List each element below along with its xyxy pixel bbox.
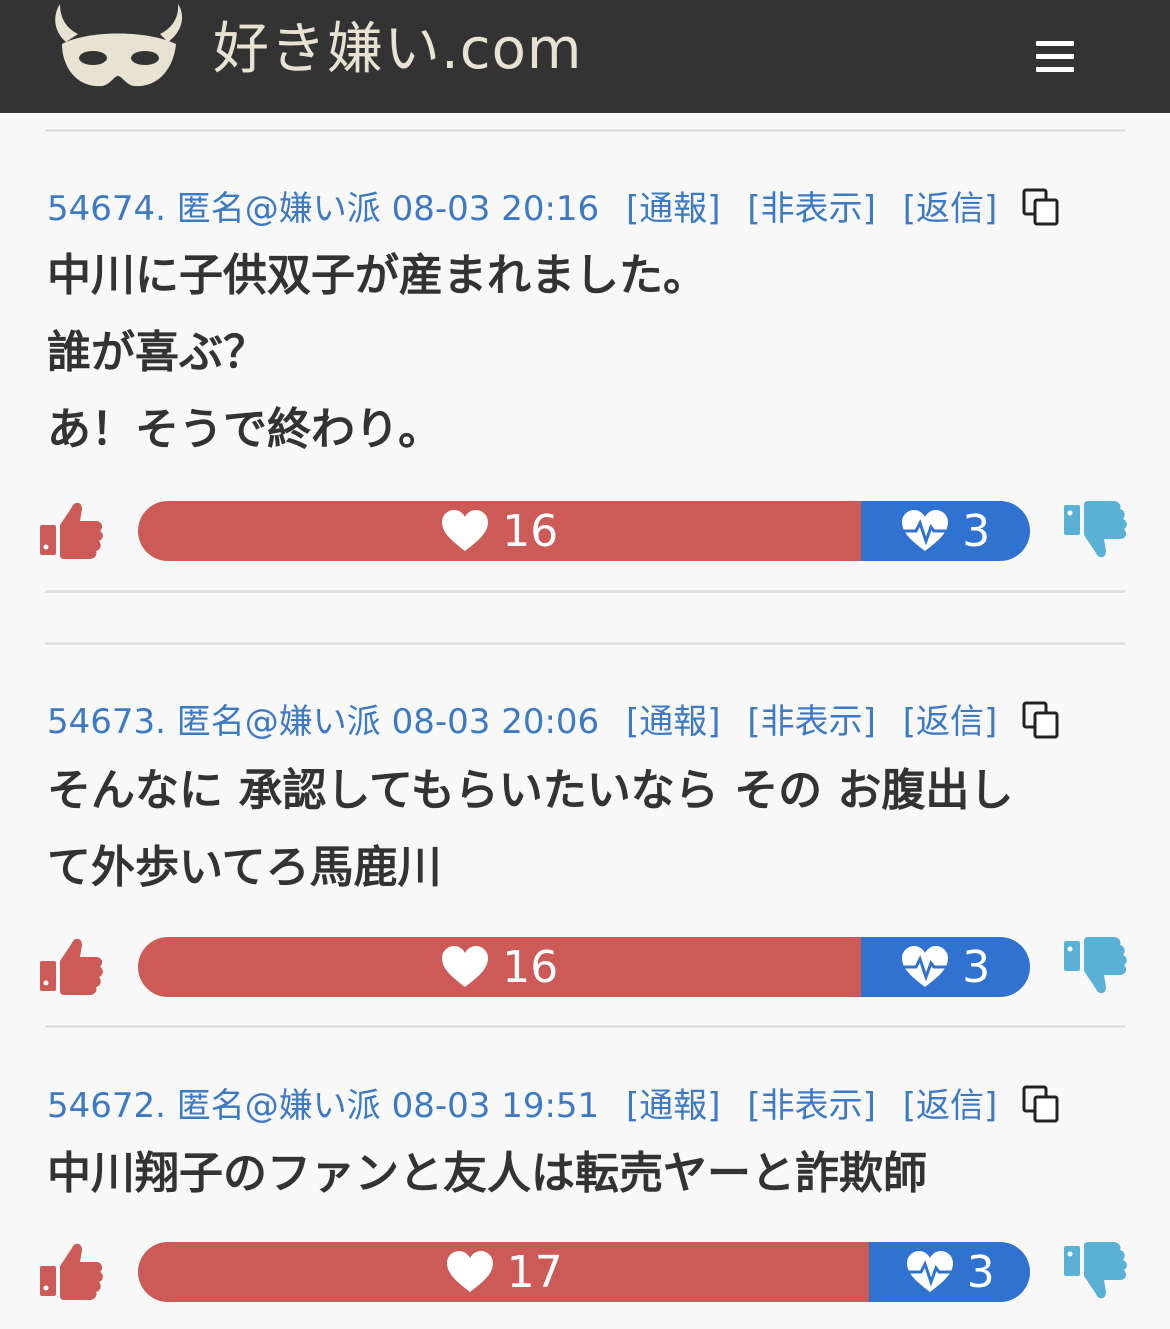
comment-line: あ！そうで終わり。: [47, 404, 443, 455]
heart-icon: [442, 946, 489, 987]
like-count: 16: [502, 941, 559, 993]
like-segment[interactable]: 17: [138, 1242, 870, 1302]
vote-bar: 17 3: [138, 1242, 1030, 1302]
comment-meta: 54673. 匿名@嫌い派 08-03 20:06 [通報] [非表示] [返信…: [47, 699, 1060, 745]
comment-author: 匿名@嫌い派: [176, 189, 381, 229]
dislike-count: 3: [962, 505, 991, 557]
divider: [45, 1025, 1125, 1028]
thumbs-up-icon[interactable]: [36, 1236, 106, 1306]
copy-icon[interactable]: [1022, 701, 1060, 739]
divider: [45, 642, 1125, 645]
comment-meta: 54674. 匿名@嫌い派 08-03 20:16 [通報] [非表示] [返信…: [47, 186, 1060, 232]
vote-row: 16 3: [36, 501, 1136, 565]
comment-line: そんなに 承認してもらいたいなら その お腹出し: [47, 765, 1014, 816]
vote-bar: 16 3: [138, 937, 1030, 997]
like-count: 16: [502, 505, 559, 557]
comment-body: そんなに 承認してもらいたいなら その お腹出し て外歩いてろ馬鹿川: [47, 752, 1127, 906]
comment-line: 中川翔子のファンと友人は転売ヤーと詐欺師: [47, 1148, 927, 1199]
hide-link[interactable]: [非表示]: [747, 189, 876, 229]
comment-line: 誰が喜ぶ？: [47, 327, 267, 378]
heartbeat-icon: [902, 946, 949, 987]
thumbs-up-icon[interactable]: [36, 495, 106, 565]
site-title[interactable]: 好き嫌い.com: [213, 14, 582, 86]
comment-body: 中川翔子のファンと友人は転売ヤーと詐欺師: [47, 1135, 1127, 1212]
comment-datetime: 08-03 19:51: [391, 1086, 600, 1126]
mask-logo-icon[interactable]: [48, 2, 193, 94]
thumbs-up-icon[interactable]: [36, 931, 106, 1001]
heartbeat-icon: [906, 1251, 953, 1292]
hamburger-menu-icon[interactable]: [1036, 38, 1076, 74]
heart-icon: [446, 1251, 493, 1292]
divider: [45, 129, 1125, 132]
site-header: 好き嫌い.com: [0, 0, 1170, 113]
comment-author: 匿名@嫌い派: [176, 1086, 381, 1126]
like-count: 17: [506, 1246, 563, 1298]
dislike-segment[interactable]: 3: [860, 937, 1030, 997]
comment-number: 54672.: [47, 1086, 166, 1126]
reply-link[interactable]: [返信]: [903, 1086, 998, 1126]
dislike-segment[interactable]: 3: [860, 501, 1030, 561]
comment-number: 54673.: [47, 702, 166, 742]
comment-datetime: 08-03 20:16: [391, 189, 600, 229]
comment-number: 54674.: [47, 189, 166, 229]
like-segment[interactable]: 16: [138, 937, 861, 997]
hide-link[interactable]: [非表示]: [747, 1086, 876, 1126]
vote-row: 16 3: [36, 937, 1136, 1001]
dislike-segment[interactable]: 3: [869, 1242, 1030, 1302]
thumbs-down-icon[interactable]: [1060, 937, 1130, 1007]
comment-datetime: 08-03 20:06: [391, 702, 600, 742]
copy-icon[interactable]: [1022, 188, 1060, 226]
vote-bar: 16 3: [138, 501, 1030, 561]
report-link[interactable]: [通報]: [626, 189, 721, 229]
comment-line: て外歩いてろ馬鹿川: [47, 842, 442, 893]
thumbs-down-icon[interactable]: [1060, 1242, 1130, 1312]
report-link[interactable]: [通報]: [626, 702, 721, 742]
heart-icon: [442, 510, 489, 551]
dislike-count: 3: [966, 1246, 995, 1298]
report-link[interactable]: [通報]: [626, 1086, 721, 1126]
comment-body: 中川に子供双子が産まれました。 誰が喜ぶ？ あ！そうで終わり。: [47, 237, 1127, 468]
reply-link[interactable]: [返信]: [903, 702, 998, 742]
reply-link[interactable]: [返信]: [903, 189, 998, 229]
hide-link[interactable]: [非表示]: [747, 702, 876, 742]
vote-row: 17 3: [36, 1242, 1136, 1306]
comment-meta: 54672. 匿名@嫌い派 08-03 19:51 [通報] [非表示] [返信…: [47, 1083, 1060, 1129]
dislike-count: 3: [962, 941, 991, 993]
thumbs-down-icon[interactable]: [1060, 501, 1130, 571]
comment-line: 中川に子供双子が産まれました。: [47, 250, 707, 301]
like-segment[interactable]: 16: [138, 501, 861, 561]
heartbeat-icon: [902, 510, 949, 551]
comment-author: 匿名@嫌い派: [176, 702, 381, 742]
divider: [45, 590, 1125, 593]
copy-icon[interactable]: [1022, 1085, 1060, 1123]
